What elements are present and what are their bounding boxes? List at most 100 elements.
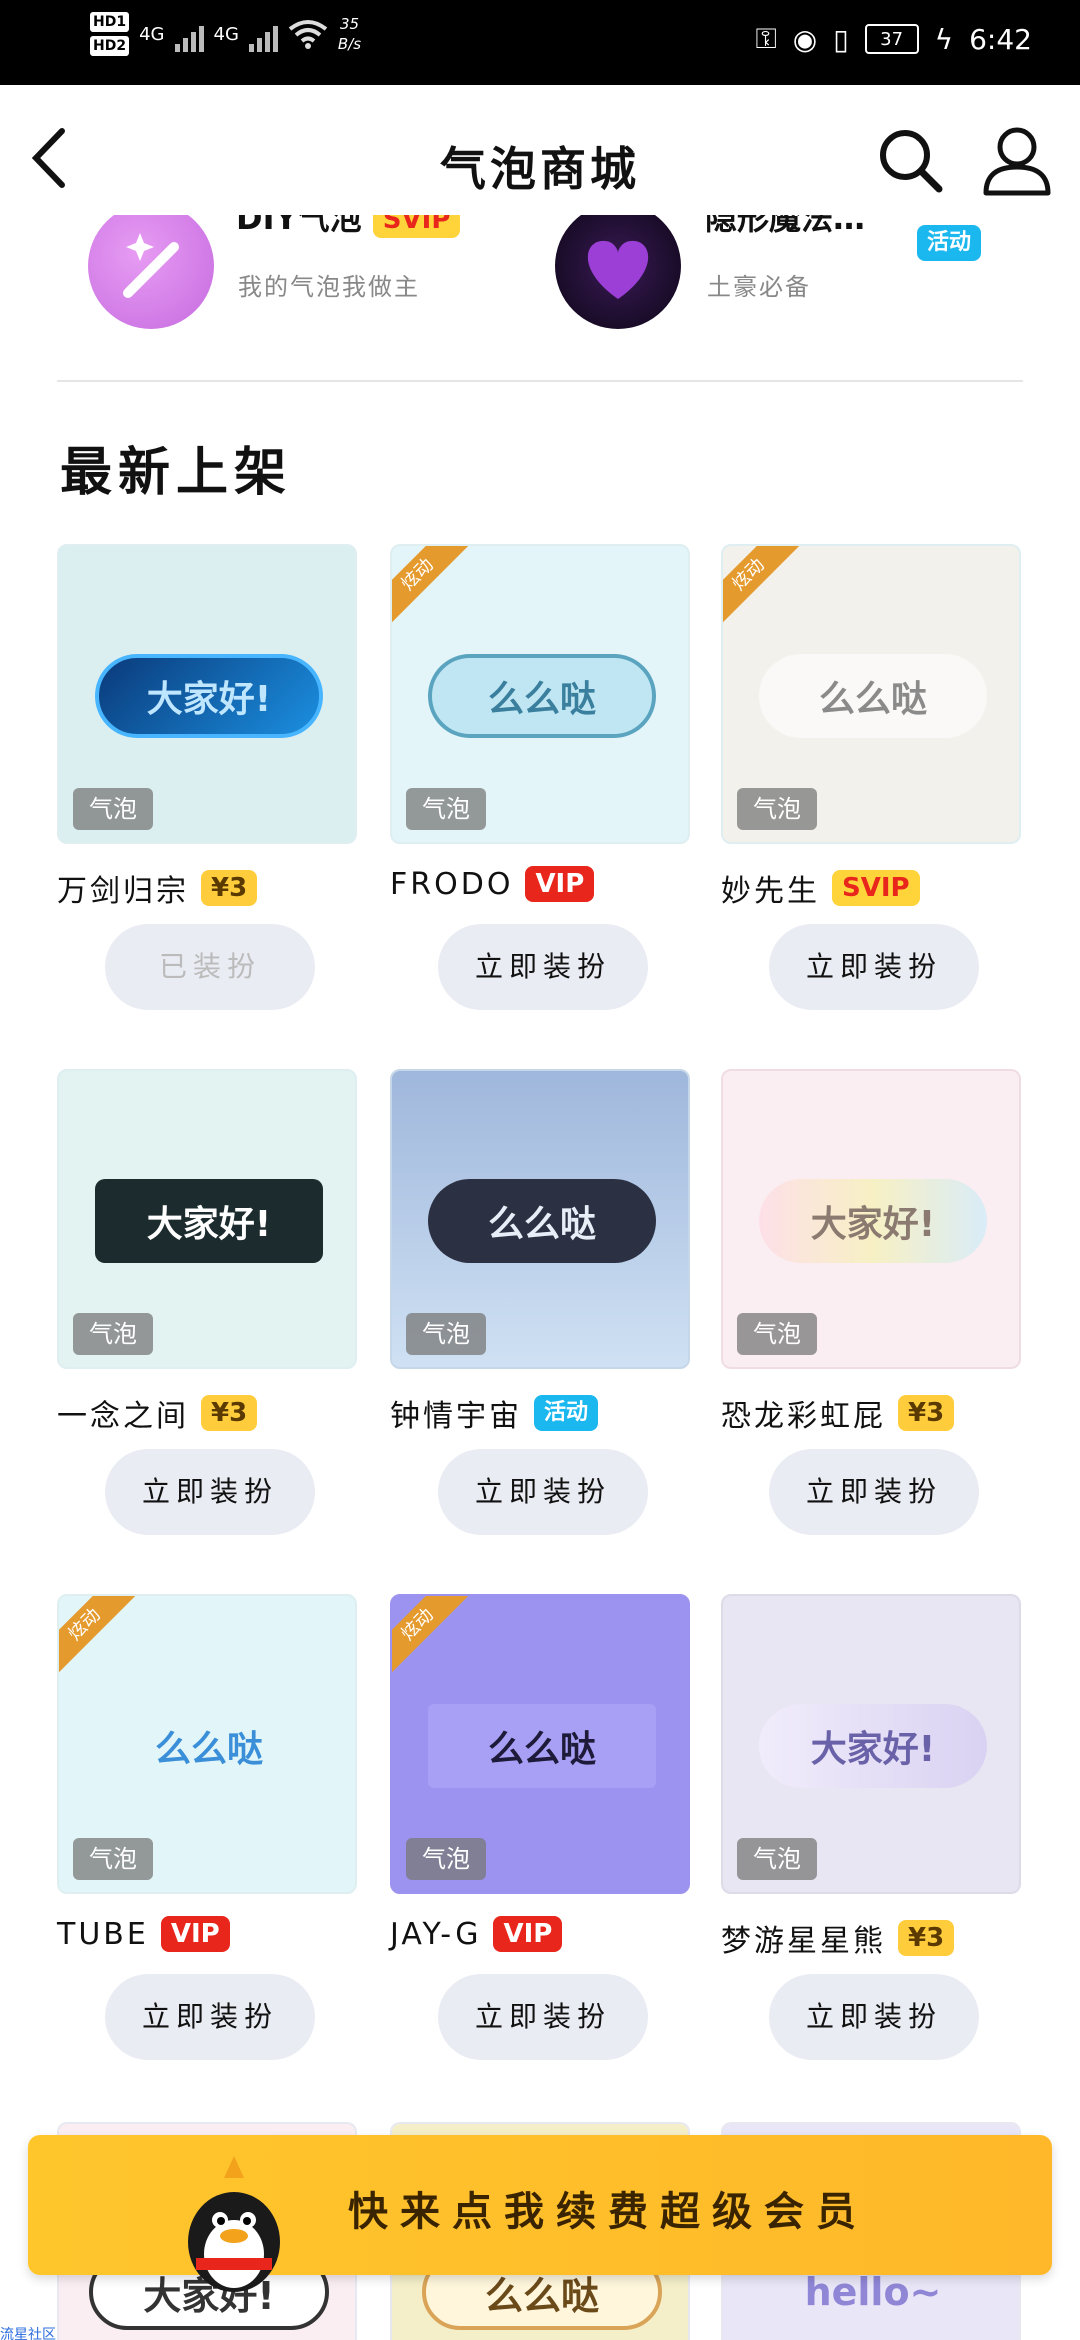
section-title: 最新上架 xyxy=(60,443,293,503)
hd-indicators: HD1 HD2 xyxy=(90,12,130,56)
item-name: 梦游星星熊 xyxy=(721,1924,886,1959)
entry-diy-bubble[interactable]: DIY气泡 SVIP 我的气泡我做主 xyxy=(88,215,508,335)
apply-button[interactable]: 立即装扮 xyxy=(769,1449,979,1535)
preview-bubble: 大家好! xyxy=(95,654,323,738)
featured-entries: DIY气泡 SVIP 我的气泡我做主 隐形魔法… 活动 土豪必备 xyxy=(0,215,1080,335)
kind-badge: 气泡 xyxy=(406,1838,486,1880)
community-label: 流星社区 xyxy=(0,2327,56,2340)
apply-button[interactable]: 立即装扮 xyxy=(105,1449,315,1535)
wifi-icon xyxy=(288,20,328,49)
penguin-mascot-icon xyxy=(188,2156,280,2292)
bubble-preview[interactable]: 大家好! 气泡 xyxy=(57,1069,357,1369)
bubble-preview[interactable]: 么么哒 炫动 气泡 xyxy=(721,544,1021,844)
key-icon: ⚿ xyxy=(755,22,777,55)
preview-bubble: 么么哒 xyxy=(154,1729,263,1770)
apply-button[interactable]: 立即装扮 xyxy=(438,1449,648,1535)
bubble-preview[interactable]: 么么哒 炫动 气泡 xyxy=(57,1594,357,1894)
apply-button[interactable]: 立即装扮 xyxy=(769,924,979,1010)
kind-badge: 气泡 xyxy=(737,788,817,830)
item-name: TUBE xyxy=(57,1916,149,1952)
status-left: HD1 HD2 4G 4G 35 B/s xyxy=(90,12,361,56)
name-row: TUBE VIP xyxy=(57,1916,397,1952)
bubble-preview[interactable]: 大家好! 气泡 xyxy=(57,544,357,844)
item-name: 万剑归宗 xyxy=(57,874,189,909)
entry-name: 隐形魔法… xyxy=(705,215,866,237)
vip-badge: VIP xyxy=(493,1916,563,1952)
signal-icon xyxy=(174,16,204,52)
battery-level: 37 xyxy=(880,28,904,50)
network-type-1: 4G xyxy=(139,23,165,45)
name-row: 万剑归宗 ¥3 xyxy=(57,866,397,910)
clock: 6:42 xyxy=(969,22,1032,56)
apply-button[interactable]: 立即装扮 xyxy=(438,1974,648,2060)
entry-name: DIY气泡 SVIP xyxy=(236,215,461,239)
bubble-preview[interactable]: 么么哒 气泡 xyxy=(390,1069,690,1369)
kind-badge: 气泡 xyxy=(737,1838,817,1880)
bubble-card: 么么哒 气泡 钟情宇宙 活动 立即装扮 xyxy=(390,1069,690,1539)
preview-bubble: 大家好! xyxy=(95,1179,323,1263)
magic-wand-icon xyxy=(88,215,214,329)
bubble-preview[interactable]: 大家好! 气泡 xyxy=(721,1594,1021,1894)
applied-button[interactable]: 已装扮 xyxy=(105,924,315,1010)
bubble-card: 么么哒 炫动 气泡 TUBE VIP 立即装扮 xyxy=(57,1594,357,2064)
kind-badge: 气泡 xyxy=(73,1838,153,1880)
entry-subtitle: 土豪必备 xyxy=(707,273,811,301)
search-icon[interactable] xyxy=(875,125,945,195)
animated-corner-badge: 炫动 xyxy=(392,546,472,629)
animated-corner-badge: 炫动 xyxy=(59,1596,139,1679)
apply-button[interactable]: 立即装扮 xyxy=(769,1974,979,2060)
battery-icon: 37 xyxy=(864,24,919,54)
preview-bubble: 大家好! xyxy=(759,1704,987,1788)
animated-corner-badge: 炫动 xyxy=(723,546,803,629)
name-row: 妙先生 SVIP xyxy=(721,866,1061,910)
svip-badge: SVIP xyxy=(372,215,461,238)
network-speed: 35 B/s xyxy=(338,14,361,54)
kind-badge: 气泡 xyxy=(737,1313,817,1355)
divider xyxy=(57,380,1023,382)
event-badge: 活动 xyxy=(534,1395,599,1431)
bubble-preview[interactable]: 大家好! 气泡 xyxy=(721,1069,1021,1369)
status-bar: HD1 HD2 4G 4G 35 B/s ⚿ ◉ ▯ 37 ϟ 6:42 xyxy=(0,0,1080,85)
entry-invisible-magic[interactable]: 隐形魔法… 活动 土豪必备 xyxy=(555,215,1015,335)
kind-badge: 气泡 xyxy=(73,788,153,830)
bubble-preview[interactable]: 么么哒 炫动 气泡 xyxy=(390,544,690,844)
user-icon[interactable] xyxy=(980,123,1054,197)
name-row: 恐龙彩虹屁 ¥3 xyxy=(721,1391,1061,1435)
bubble-preview[interactable]: 么么哒 炫动 气泡 xyxy=(390,1594,690,1894)
bubble-card: 大家好! 气泡 梦游星星熊 ¥3 立即装扮 xyxy=(721,1594,1021,2064)
price-badge: ¥3 xyxy=(201,1395,258,1431)
kind-badge: 气泡 xyxy=(73,1313,153,1355)
item-name: 一念之间 xyxy=(57,1399,189,1434)
signal-icon-2 xyxy=(248,16,278,52)
bubble-card: 么么哒 炫动 气泡 FRODO VIP 立即装扮 xyxy=(390,544,690,1014)
hd2-badge: HD2 xyxy=(90,36,130,56)
heart-icon xyxy=(555,215,681,329)
item-name: 钟情宇宙 xyxy=(390,1399,522,1434)
banner-text: 快来点我续费超级会员 xyxy=(348,2189,868,2235)
event-badge-wrap: 活动 xyxy=(917,225,982,261)
price-badge: ¥3 xyxy=(201,870,258,906)
hd1-badge: HD1 xyxy=(90,12,130,32)
speed-unit: B/s xyxy=(337,35,362,53)
item-name: FRODO xyxy=(390,866,514,902)
preview-bubble: 么么哒 xyxy=(759,654,987,738)
preview-bubble: 大家好! xyxy=(759,1179,987,1263)
vibrate-icon: ▯ xyxy=(833,22,849,56)
price-badge: ¥3 xyxy=(898,1395,955,1431)
preview-bubble: 么么哒 xyxy=(428,1704,656,1788)
app-header: 气泡商城 xyxy=(0,85,1080,235)
network-type-2: 4G xyxy=(213,23,239,45)
apply-button[interactable]: 立即装扮 xyxy=(438,924,648,1010)
item-name: 妙先生 xyxy=(721,874,820,909)
speed-value: 35 xyxy=(339,15,360,33)
entry-subtitle: 我的气泡我做主 xyxy=(238,273,420,301)
charging-icon: ϟ xyxy=(934,22,954,56)
kind-badge: 气泡 xyxy=(406,1313,486,1355)
apply-button[interactable]: 立即装扮 xyxy=(105,1974,315,2060)
bubble-card: 大家好! 气泡 恐龙彩虹屁 ¥3 立即装扮 xyxy=(721,1069,1021,1539)
item-name: JAY-G xyxy=(390,1916,482,1952)
bubble-card: 大家好! 气泡 万剑归宗 ¥3 已装扮 xyxy=(57,544,357,1014)
event-badge: 活动 xyxy=(917,225,982,261)
animated-corner-badge: 炫动 xyxy=(392,1596,472,1679)
preview-bubble: 么么哒 xyxy=(428,654,656,738)
